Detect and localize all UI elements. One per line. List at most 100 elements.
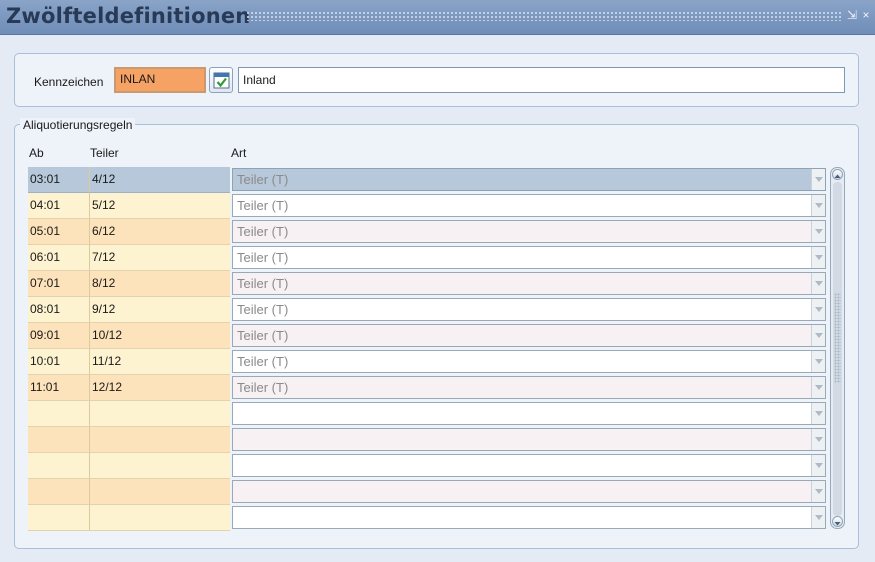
cell-teiler[interactable]: 4/12 bbox=[90, 167, 230, 193]
cell-ab[interactable] bbox=[28, 505, 90, 531]
cell-teiler[interactable]: 8/12 bbox=[90, 271, 230, 297]
cell-ab[interactable]: 06:01 bbox=[28, 245, 90, 271]
chevron-down-icon[interactable] bbox=[811, 507, 825, 528]
kennzeichen-input[interactable]: INLAN bbox=[114, 67, 206, 93]
chevron-down-icon[interactable] bbox=[811, 169, 825, 190]
art-select[interactable]: Teiler (T) bbox=[232, 350, 826, 373]
cell-teiler[interactable] bbox=[90, 401, 230, 427]
close-icon[interactable]: × bbox=[859, 8, 873, 22]
cell-teiler[interactable]: 11/12 bbox=[90, 349, 230, 375]
art-select[interactable]: Teiler (T) bbox=[232, 194, 826, 217]
kennzeichen-label: Kennzeichen bbox=[34, 75, 104, 89]
scroll-up-button[interactable] bbox=[832, 169, 843, 180]
cell-teiler[interactable]: 9/12 bbox=[90, 297, 230, 323]
cell-ab[interactable]: 07:01 bbox=[28, 271, 90, 297]
col-header-ab: Ab bbox=[29, 146, 44, 160]
art-select-value: Teiler (T) bbox=[237, 380, 289, 395]
art-select-value: Teiler (T) bbox=[237, 276, 289, 291]
art-select[interactable]: Teiler (T) bbox=[232, 272, 826, 295]
table-row[interactable] bbox=[28, 453, 826, 479]
art-select[interactable] bbox=[232, 454, 826, 477]
calendar-check-icon bbox=[213, 72, 230, 89]
col-header-teiler: Teiler bbox=[90, 146, 119, 160]
chevron-down-icon[interactable] bbox=[811, 299, 825, 320]
chevron-down-icon[interactable] bbox=[811, 455, 825, 476]
arrow-up-icon bbox=[834, 174, 841, 178]
window-title: Zwölfteldefinitionen bbox=[6, 4, 251, 28]
cell-teiler[interactable]: 6/12 bbox=[90, 219, 230, 245]
cell-teiler[interactable]: 12/12 bbox=[90, 375, 230, 401]
cell-ab[interactable] bbox=[28, 453, 90, 479]
art-select-value: Teiler (T) bbox=[237, 224, 289, 239]
titlebar-grip bbox=[246, 11, 841, 21]
cell-teiler[interactable] bbox=[90, 453, 230, 479]
table-row[interactable]: 07:01 8/12 Teiler (T) bbox=[28, 271, 826, 297]
chevron-down-icon[interactable] bbox=[811, 273, 825, 294]
art-select-value: Teiler (T) bbox=[237, 198, 289, 213]
art-select[interactable]: Teiler (T) bbox=[232, 324, 826, 347]
col-header-art: Art bbox=[231, 146, 247, 160]
scroll-down-button[interactable] bbox=[832, 516, 843, 527]
cell-ab[interactable]: 03:01 bbox=[28, 167, 90, 193]
chevron-down-icon[interactable] bbox=[811, 247, 825, 268]
table-row[interactable]: 06:01 7/12 Teiler (T) bbox=[28, 245, 826, 271]
scrollbar-grip bbox=[834, 293, 841, 383]
description-input[interactable]: Inland bbox=[238, 67, 845, 93]
vertical-scrollbar[interactable] bbox=[830, 167, 845, 529]
art-select[interactable]: Teiler (T) bbox=[232, 298, 826, 321]
art-select-value: Teiler (T) bbox=[237, 302, 289, 317]
table-row[interactable] bbox=[28, 401, 826, 427]
art-select-value: Teiler (T) bbox=[237, 328, 289, 343]
chevron-down-icon[interactable] bbox=[811, 481, 825, 502]
cell-teiler[interactable]: 10/12 bbox=[90, 323, 230, 349]
art-select[interactable] bbox=[232, 402, 826, 425]
chevron-down-icon[interactable] bbox=[811, 377, 825, 398]
cell-ab[interactable]: 05:01 bbox=[28, 219, 90, 245]
art-select[interactable] bbox=[232, 480, 826, 503]
art-select-value: Teiler (T) bbox=[237, 250, 289, 265]
rules-group-legend: Aliquotierungsregeln bbox=[20, 118, 136, 132]
art-select[interactable]: Teiler (T) bbox=[232, 376, 826, 399]
art-select[interactable] bbox=[232, 506, 826, 529]
cell-ab[interactable]: 10:01 bbox=[28, 349, 90, 375]
table-row[interactable] bbox=[28, 479, 826, 505]
table-row[interactable]: 03:01 4/12 Teiler (T) bbox=[28, 167, 826, 193]
table-row[interactable] bbox=[28, 427, 826, 453]
rules-table: 03:01 4/12 Teiler (T) 04:01 5/12 Teiler (T) 05… bbox=[28, 167, 826, 531]
chevron-down-icon[interactable] bbox=[811, 351, 825, 372]
table-row[interactable] bbox=[28, 505, 826, 531]
chevron-down-icon[interactable] bbox=[811, 221, 825, 242]
cell-ab[interactable] bbox=[28, 479, 90, 505]
lookup-button[interactable] bbox=[209, 67, 233, 93]
chevron-down-icon[interactable] bbox=[811, 429, 825, 450]
cell-teiler[interactable]: 5/12 bbox=[90, 193, 230, 219]
chevron-down-icon[interactable] bbox=[811, 403, 825, 424]
cell-ab[interactable] bbox=[28, 427, 90, 453]
table-row[interactable]: 10:01 11/12 Teiler (T) bbox=[28, 349, 826, 375]
cell-teiler[interactable]: 7/12 bbox=[90, 245, 230, 271]
cell-ab[interactable]: 11:01 bbox=[28, 375, 90, 401]
cell-teiler[interactable] bbox=[90, 505, 230, 531]
cell-teiler[interactable] bbox=[90, 479, 230, 505]
table-row[interactable]: 09:01 10/12 Teiler (T) bbox=[28, 323, 826, 349]
table-row[interactable]: 04:01 5/12 Teiler (T) bbox=[28, 193, 826, 219]
cell-ab[interactable]: 04:01 bbox=[28, 193, 90, 219]
table-row[interactable]: 11:01 12/12 Teiler (T) bbox=[28, 375, 826, 401]
table-row[interactable]: 05:01 6/12 Teiler (T) bbox=[28, 219, 826, 245]
art-select-value: Teiler (T) bbox=[237, 354, 289, 369]
table-row[interactable]: 08:01 9/12 Teiler (T) bbox=[28, 297, 826, 323]
chevron-down-icon[interactable] bbox=[811, 195, 825, 216]
cell-ab[interactable]: 09:01 bbox=[28, 323, 90, 349]
art-select-value: Teiler (T) bbox=[237, 172, 289, 187]
chevron-down-icon[interactable] bbox=[811, 325, 825, 346]
cell-teiler[interactable] bbox=[90, 427, 230, 453]
art-select[interactable]: Teiler (T) bbox=[232, 220, 826, 243]
art-select[interactable] bbox=[232, 428, 826, 451]
art-select[interactable]: Teiler (T) bbox=[232, 168, 826, 191]
art-select[interactable]: Teiler (T) bbox=[232, 246, 826, 269]
arrow-down-icon bbox=[834, 522, 841, 526]
window-titlebar[interactable]: Zwölfteldefinitionen ⇲ × bbox=[0, 0, 875, 35]
minimize-icon[interactable]: ⇲ bbox=[845, 8, 859, 22]
cell-ab[interactable] bbox=[28, 401, 90, 427]
cell-ab[interactable]: 08:01 bbox=[28, 297, 90, 323]
